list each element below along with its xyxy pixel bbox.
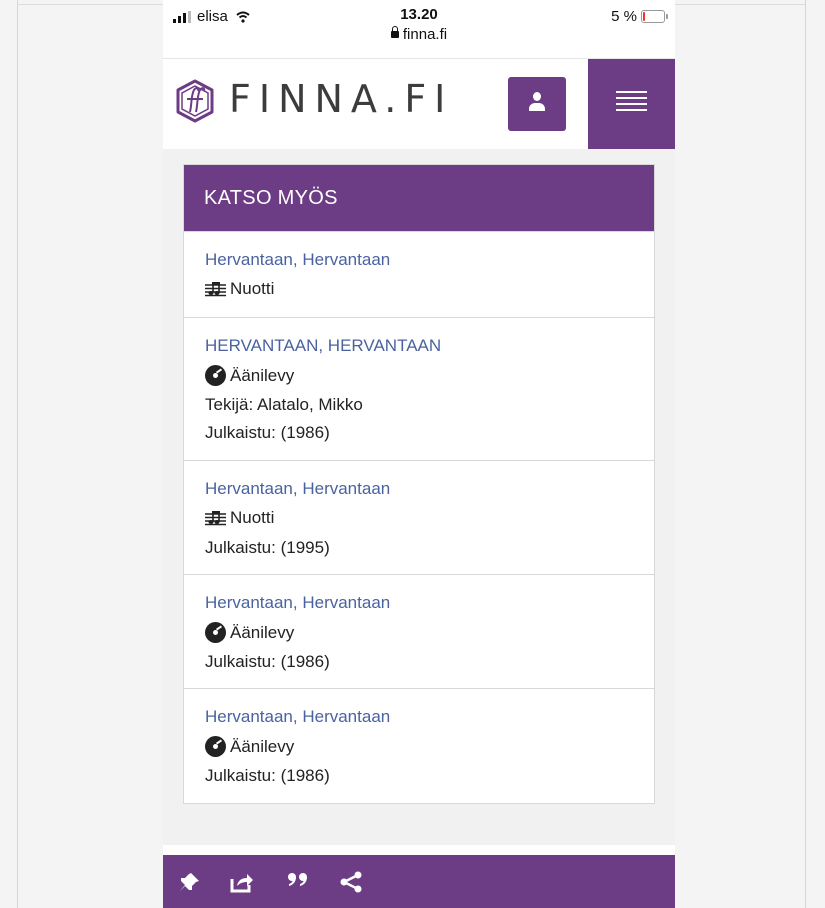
list-item: Hervantaan, Hervantaan Äänilevy Julkaist… (184, 574, 654, 688)
url-text: finna.fi (402, 26, 448, 43)
item-format: Äänilevy (205, 622, 294, 643)
item-format: Äänilevy (205, 736, 294, 757)
item-published: Julkaistu: (1986) (205, 423, 330, 442)
item-format: Nuotti (205, 508, 274, 528)
menu-button[interactable] (588, 59, 675, 149)
user-icon (529, 92, 545, 114)
item-title-link[interactable]: Hervantaan, Hervantaan (205, 479, 390, 499)
see-also-panel: KATSO MYÖS Hervantaan, Hervantaan Nuotti… (183, 164, 655, 804)
sheet-music-icon (205, 282, 226, 297)
cite-icon[interactable] (287, 871, 309, 891)
phone-screen: elisa 13.20 finna.fi 5 % FINNA.FI KATSO … (163, 0, 675, 908)
item-title-link[interactable]: Hervantaan, Hervantaan (205, 707, 390, 727)
item-format: Nuotti (205, 279, 274, 299)
site-header: FINNA.FI (163, 58, 675, 149)
clock: 13.20 (400, 6, 438, 23)
item-title-link[interactable]: HERVANTAAN, HERVANTAAN (205, 336, 441, 356)
record-toolbar (163, 855, 675, 908)
pin-icon[interactable] (177, 871, 201, 893)
share-icon[interactable] (339, 871, 363, 893)
list-item: Hervantaan, Hervantaan Nuotti (184, 231, 654, 317)
format-label: Äänilevy (230, 365, 295, 385)
disc-icon (205, 365, 226, 386)
finna-logo-icon[interactable] (175, 79, 215, 123)
panel-title: KATSO MYÖS (204, 187, 338, 209)
list-item: Hervantaan, Hervantaan Nuotti Julkaistu:… (184, 460, 654, 574)
frame-border-left (17, 0, 18, 908)
list-item: HERVANTAAN, HERVANTAAN Äänilevy Tekijä: … (184, 317, 654, 460)
format-label: Äänilevy (230, 622, 295, 642)
format-label: Nuotti (230, 508, 275, 527)
item-published: Julkaistu: (1995) (205, 538, 330, 557)
disc-icon (205, 736, 226, 757)
hamburger-icon (616, 91, 647, 115)
battery-percent: 5 % (611, 8, 637, 25)
item-published: Julkaistu: (1986) (205, 652, 330, 671)
list-item: Hervantaan, Hervantaan Äänilevy Julkaist… (184, 688, 654, 803)
address-bar[interactable]: finna.fi (163, 25, 675, 43)
item-author: Tekijä: Alatalo, Mikko (205, 395, 363, 414)
item-published: Julkaistu: (1986) (205, 766, 330, 785)
format-label: Nuotti (230, 279, 275, 298)
item-format: Äänilevy (205, 365, 294, 386)
export-icon[interactable] (229, 871, 255, 893)
item-title-link[interactable]: Hervantaan, Hervantaan (205, 593, 390, 613)
battery-icon (641, 10, 668, 23)
user-account-button[interactable] (508, 77, 566, 131)
status-bar: elisa 13.20 finna.fi 5 % (163, 0, 675, 58)
panel-header: KATSO MYÖS (184, 165, 654, 231)
sheet-music-icon (205, 511, 226, 526)
disc-icon (205, 622, 226, 643)
site-logo-text[interactable]: FINNA.FI (229, 77, 453, 121)
format-label: Äänilevy (230, 736, 295, 756)
lock-icon (390, 25, 399, 38)
item-title-link[interactable]: Hervantaan, Hervantaan (205, 250, 390, 270)
frame-border-right (805, 0, 806, 908)
battery-info: 5 % (611, 8, 668, 25)
